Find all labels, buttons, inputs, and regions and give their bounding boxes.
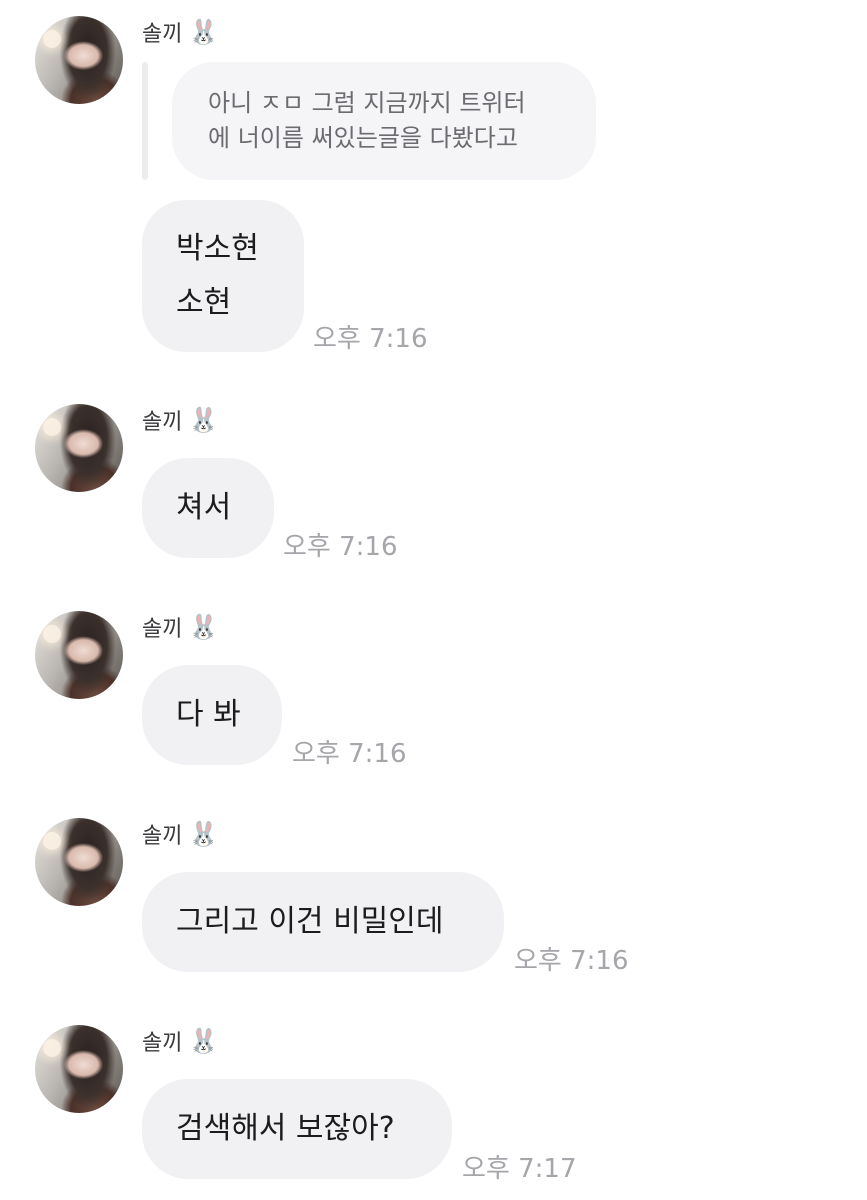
avatar[interactable]	[35, 404, 123, 492]
avatar[interactable]	[35, 611, 123, 699]
reply-quote-bubble[interactable]: 아니 ㅈㅁ 그럼 지금까지 트위터 에 너이름 써있는글을 다봤다고	[172, 62, 596, 180]
sender-name: 솔끼 🐰	[142, 1025, 218, 1057]
message-text-line: 박소현	[176, 231, 259, 266]
sender-name-text: 솔끼	[142, 22, 183, 47]
message-bubble[interactable]: 검색해서 보잖아?	[142, 1079, 452, 1179]
message-text: 다 봐	[176, 697, 241, 732]
message-text: 쳐서	[176, 490, 232, 525]
rabbit-emoji-icon: 🐰	[188, 406, 219, 434]
rabbit-emoji-icon: 🐰	[188, 18, 219, 46]
message-bubble[interactable]: 다 봐	[142, 665, 282, 765]
message-text: 그리고 이건 비밀인데	[176, 904, 444, 939]
message-timestamp: 오후 7:16	[514, 946, 629, 976]
avatar[interactable]	[35, 818, 123, 906]
rabbit-emoji-icon: 🐰	[188, 613, 219, 641]
reply-quote-line: 에 너이름 써있는글을 다봤다고	[208, 124, 518, 152]
message-text: 검색해서 보잖아?	[176, 1111, 395, 1146]
sender-name: 솔끼 🐰	[142, 818, 218, 850]
sender-name-text: 솔끼	[142, 410, 183, 435]
reply-quote-line: 아니 ㅈㅁ 그럼 지금까지 트위터	[208, 89, 526, 117]
reply-indicator	[142, 62, 148, 180]
sender-name-text: 솔끼	[142, 824, 183, 849]
message-text-line: 소현	[176, 285, 232, 320]
message-bubble[interactable]: 쳐서	[142, 458, 274, 558]
message-bubble[interactable]: 박소현 소현	[142, 200, 304, 352]
sender-name: 솔끼 🐰	[142, 611, 218, 643]
sender-name-text: 솔끼	[142, 617, 183, 642]
sender-name: 솔끼 🐰	[142, 404, 218, 436]
avatar[interactable]	[35, 1025, 123, 1113]
sender-name-text: 솔끼	[142, 1031, 183, 1056]
message-timestamp: 오후 7:16	[292, 739, 407, 769]
rabbit-emoji-icon: 🐰	[188, 1027, 219, 1055]
message-timestamp: 오후 7:17	[462, 1154, 577, 1184]
message-bubble[interactable]: 그리고 이건 비밀인데	[142, 872, 504, 972]
message-timestamp: 오후 7:16	[283, 532, 398, 562]
sender-name: 솔끼 🐰	[142, 16, 218, 48]
rabbit-emoji-icon: 🐰	[188, 820, 219, 848]
avatar[interactable]	[35, 16, 123, 104]
message-timestamp: 오후 7:16	[313, 324, 428, 354]
